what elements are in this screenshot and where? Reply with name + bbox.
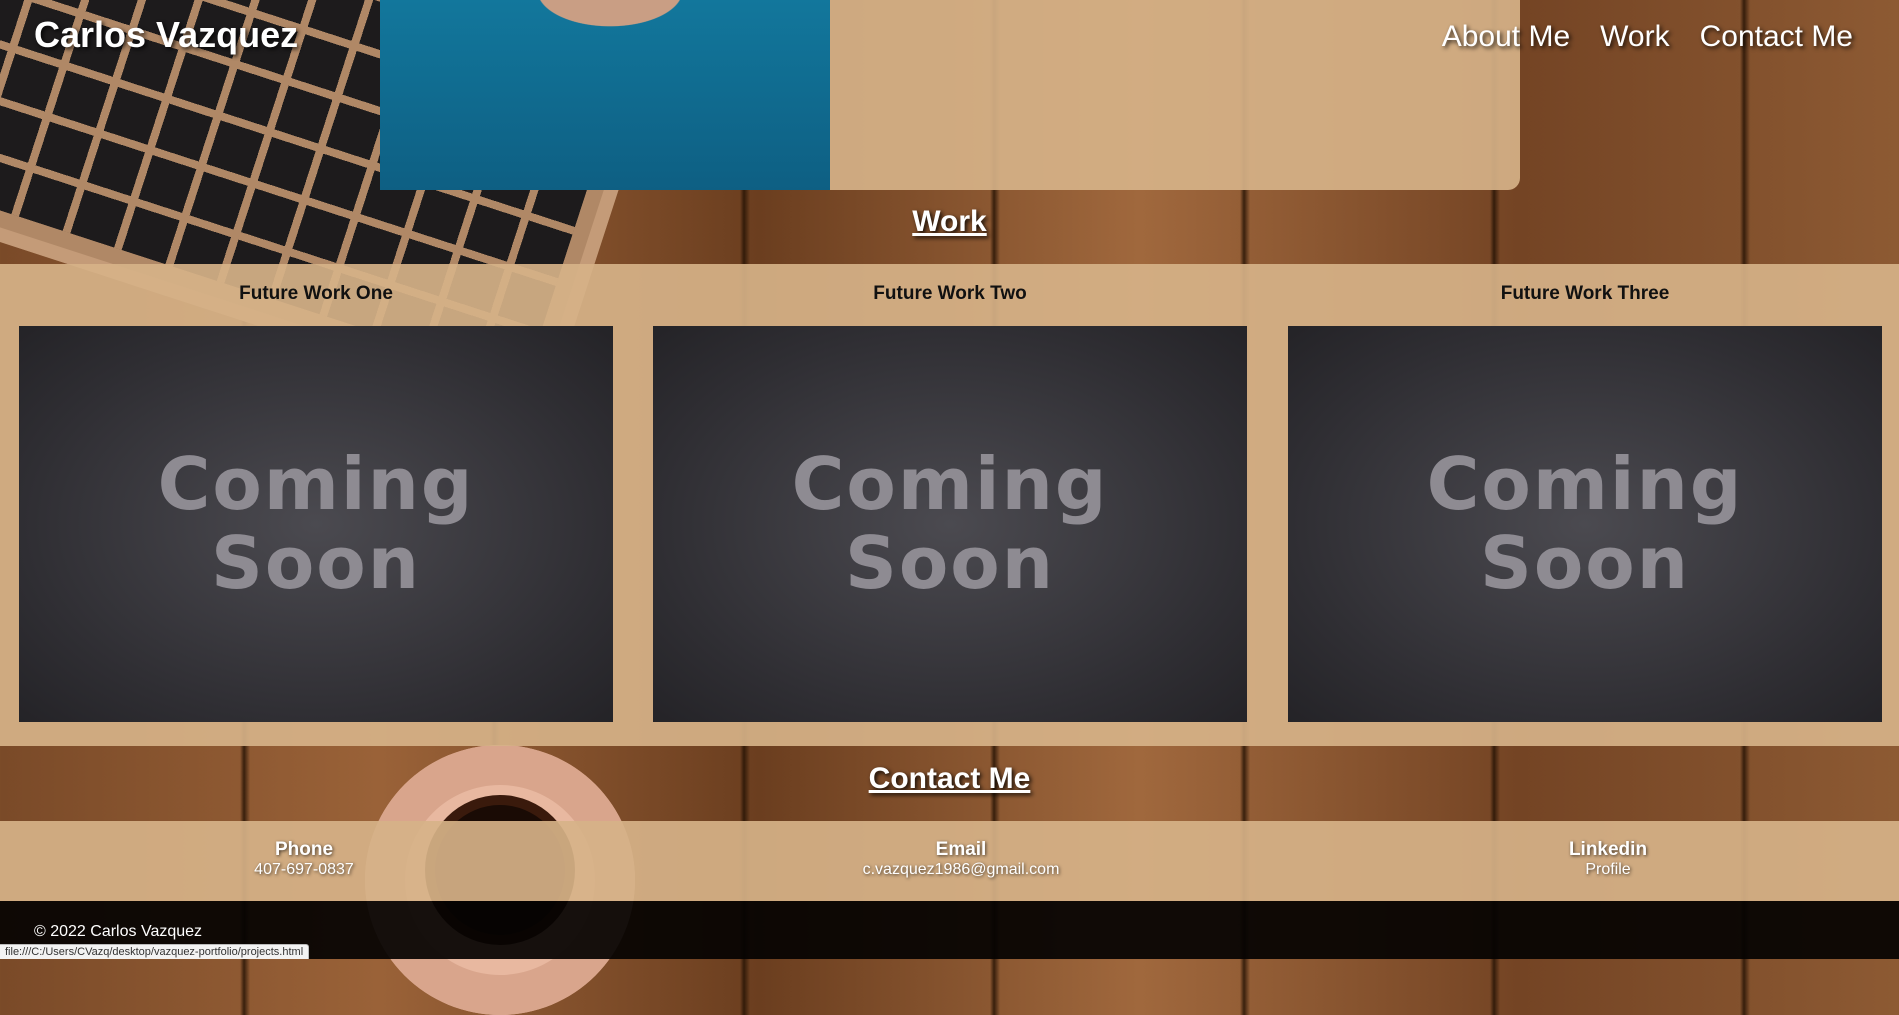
contact-section: Phone 407-697-0837 Email c.vazquez1986@g… (0, 821, 1899, 901)
image-text-line: Coming (157, 441, 475, 526)
profile-photo (380, 0, 830, 190)
work-card[interactable]: Future Work Two Coming Soon (653, 264, 1247, 722)
image-text-line: Soon (210, 521, 422, 605)
contact-label: Email (935, 839, 987, 860)
work-card[interactable]: Future Work Three Coming Soon (1288, 264, 1882, 722)
contact-section-title: Contact Me (868, 762, 1031, 795)
contact-value[interactable]: 407-697-0837 (104, 861, 504, 879)
work-section-title: Work (912, 205, 987, 238)
image-text-line: Coming (1426, 441, 1744, 526)
nav-about-me[interactable]: About Me (1442, 20, 1570, 54)
contact-email[interactable]: Email c.vazquez1986@gmail.com (761, 839, 1161, 879)
coming-soon-image[interactable]: Coming Soon (653, 326, 1247, 722)
image-text-line: Soon (844, 521, 1056, 605)
work-section: Future Work One Coming Soon Future Work … (0, 264, 1899, 746)
contact-phone[interactable]: Phone 407-697-0837 (104, 839, 504, 879)
coming-soon-image[interactable]: Coming Soon (1288, 326, 1882, 722)
main-nav: About Me Work Contact Me (1442, 20, 1853, 54)
work-card-title: Future Work Two (873, 283, 1027, 304)
nav-work[interactable]: Work (1600, 20, 1669, 54)
image-text-line: Soon (1479, 521, 1691, 605)
contact-label: Phone (274, 839, 334, 860)
contact-value[interactable]: Profile (1408, 861, 1808, 879)
contact-label: Linkedin (1568, 839, 1648, 860)
work-card-title: Future Work One (239, 283, 393, 304)
browser-status-bar: file:///C:/Users/CVazq/desktop/vazquez-p… (0, 944, 310, 959)
work-card[interactable]: Future Work One Coming Soon (19, 264, 613, 722)
work-card-title: Future Work Three (1500, 283, 1670, 304)
image-text-line: Coming (791, 441, 1109, 526)
about-me-panel (380, 0, 1520, 190)
site-brand[interactable]: Carlos Vazquez (34, 14, 298, 56)
coming-soon-image[interactable]: Coming Soon (19, 326, 613, 722)
contact-value[interactable]: c.vazquez1986@gmail.com (761, 861, 1161, 879)
copyright-text: © 2022 Carlos Vazquez (34, 923, 203, 940)
contact-linkedin[interactable]: Linkedin Profile (1408, 839, 1808, 879)
nav-contact-me[interactable]: Contact Me (1700, 20, 1853, 54)
